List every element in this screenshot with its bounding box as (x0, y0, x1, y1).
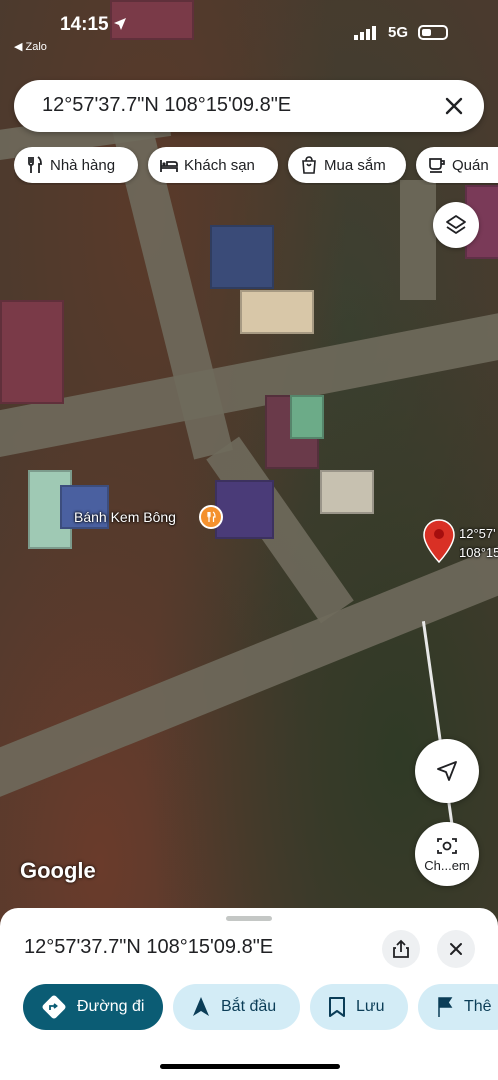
layers-icon (446, 215, 466, 234)
shopping-bag-icon (302, 156, 316, 174)
building (210, 225, 274, 289)
start-button[interactable]: Bắt đầu (173, 984, 300, 1030)
building (0, 300, 64, 404)
save-button[interactable]: Lưu (310, 984, 408, 1030)
coffee-icon (429, 158, 445, 173)
network-type: 5G (388, 24, 409, 41)
building (290, 395, 324, 439)
flag-icon (438, 997, 453, 1017)
restaurant-icon (207, 511, 216, 522)
signal-icon (354, 26, 376, 40)
directions-label: Đường đi (77, 998, 145, 1015)
location-pin-icon[interactable] (422, 518, 456, 564)
bookmark-icon (329, 997, 345, 1017)
share-icon (393, 939, 409, 958)
navigation-arrow-icon (193, 997, 209, 1016)
bottom-sheet[interactable]: 12°57'37.7"N 108°15'09.8"E Đường đi Bắt … (0, 908, 498, 1080)
chip-label: Quán (452, 156, 489, 174)
pin-coordinate-label: 12°57' 108°15' (459, 524, 498, 562)
close-icon (450, 943, 462, 955)
navigation-arrow-icon (437, 761, 457, 781)
back-to-app-link[interactable]: ◀ Zalo (14, 40, 47, 53)
chip-label: Khách sạn (184, 156, 255, 174)
home-indicator[interactable] (160, 1064, 340, 1069)
google-logo: Google (20, 858, 96, 883)
add-label-text: Thê (464, 998, 492, 1015)
chip-shopping[interactable]: Mua sắm (288, 147, 406, 183)
sheet-title: 12°57'37.7"N 108°15'09.8"E (24, 936, 274, 958)
chip-cafe[interactable]: Quán (416, 147, 498, 183)
chip-label: Mua sắm (324, 156, 386, 174)
camera-button-label: Ch...em (424, 857, 470, 873)
chip-label: Nhà hàng (50, 156, 116, 174)
search-bar[interactable]: 12°57'37.7"N 108°15'09.8"E (14, 80, 484, 132)
pin-label-line1: 12°57' (459, 526, 496, 541)
close-icon[interactable] (440, 92, 468, 120)
share-button[interactable] (382, 930, 420, 968)
battery-icon (418, 25, 448, 40)
sheet-close-button[interactable] (437, 930, 475, 968)
road (400, 180, 436, 300)
save-label: Lưu (356, 998, 385, 1015)
category-chips: Nhà hàng Khách sạn Mua sắm Quán (14, 147, 498, 185)
building (320, 470, 374, 514)
status-time: 14:15 (60, 14, 109, 35)
chip-restaurants[interactable]: Nhà hàng (14, 147, 138, 183)
location-arrow-icon (114, 18, 126, 30)
status-bar: 14:15 ◀ Zalo 5G (0, 0, 498, 53)
start-label: Bắt đầu (221, 998, 277, 1015)
sheet-drag-handle[interactable] (226, 916, 272, 921)
restaurant-icon (28, 156, 42, 173)
hotel-icon (160, 160, 178, 172)
camera-icon (437, 837, 457, 854)
directions-icon (42, 995, 66, 1019)
camera-search-button[interactable]: Ch...em (415, 822, 479, 886)
building (240, 290, 314, 334)
add-label-button[interactable]: Thê (418, 984, 498, 1030)
directions-button[interactable]: Đường đi (23, 984, 163, 1030)
building (215, 480, 274, 539)
food-marker[interactable] (199, 505, 223, 529)
pin-label-line2: 108°15' (459, 545, 498, 560)
chip-hotels[interactable]: Khách sạn (148, 147, 278, 183)
search-query[interactable]: 12°57'37.7"N 108°15'09.8"E (42, 94, 291, 117)
layers-button[interactable] (433, 202, 479, 248)
place-label[interactable]: Bánh Kem Bông (74, 509, 176, 525)
my-location-button[interactable] (415, 739, 479, 803)
